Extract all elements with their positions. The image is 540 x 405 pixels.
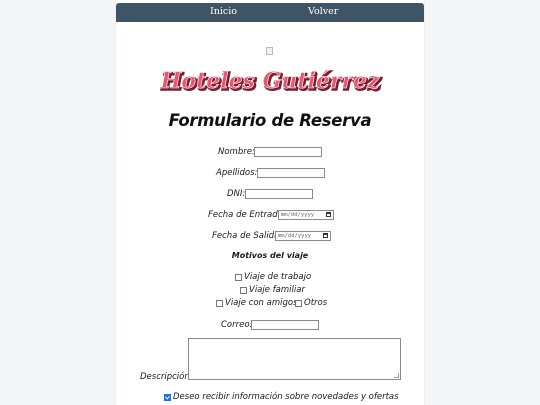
surname-label: Apellidos: xyxy=(216,168,258,178)
description-label: Descripción: xyxy=(140,372,193,382)
dni-label: DNI: xyxy=(227,189,246,199)
newsletter-checkbox[interactable] xyxy=(164,394,171,401)
top-nav: Inicio Volver xyxy=(116,3,424,22)
checkout-label: Fecha de Salida: xyxy=(212,231,283,241)
resize-handle-icon[interactable] xyxy=(394,373,399,378)
checkin-placeholder: mm/dd/yyyy xyxy=(281,212,315,218)
dni-input[interactable] xyxy=(245,189,313,199)
checkin-label: Fecha de Entrada: xyxy=(208,210,286,220)
calendar-icon[interactable] xyxy=(326,212,331,217)
checkout-date-input[interactable]: mm/dd/yyyy xyxy=(275,231,331,241)
page-title: Formulario de Reserva xyxy=(168,111,372,130)
surname-input[interactable] xyxy=(257,168,325,178)
email-input[interactable] xyxy=(251,320,319,330)
brand-logo: Hoteles Gutiérrez Hoteles Gutiérrez xyxy=(159,68,382,97)
broken-image-icon xyxy=(266,47,273,55)
reason-other-label: Otros xyxy=(304,298,328,308)
checkin-date-input[interactable]: mm/dd/yyyy xyxy=(278,210,334,220)
reason-family-label: Viaje familiar xyxy=(249,285,305,295)
name-input[interactable] xyxy=(254,147,322,157)
reason-other-checkbox[interactable] xyxy=(295,300,302,307)
logo-text: Hoteles Gutiérrez xyxy=(160,68,380,94)
email-label: Correo: xyxy=(221,320,253,330)
nav-back-link[interactable]: Volver xyxy=(308,6,338,17)
name-label: Nombre: xyxy=(218,147,255,157)
reasons-title: Motivos del viaje xyxy=(231,251,309,260)
reason-friends-label: Viaje con amigos xyxy=(225,298,298,308)
reason-work-label: Viaje de trabajo xyxy=(244,272,312,282)
checkout-placeholder: mm/dd/yyyy xyxy=(278,233,312,239)
reason-family-checkbox[interactable] xyxy=(240,287,247,294)
calendar-icon[interactable] xyxy=(323,233,328,238)
newsletter-label: Deseo recibir información sobre novedade… xyxy=(173,392,399,402)
nav-home-link[interactable]: Inicio xyxy=(210,6,237,17)
reason-friends-checkbox[interactable] xyxy=(216,300,223,307)
description-textarea[interactable] xyxy=(188,338,401,380)
reason-work-checkbox[interactable] xyxy=(235,274,242,281)
